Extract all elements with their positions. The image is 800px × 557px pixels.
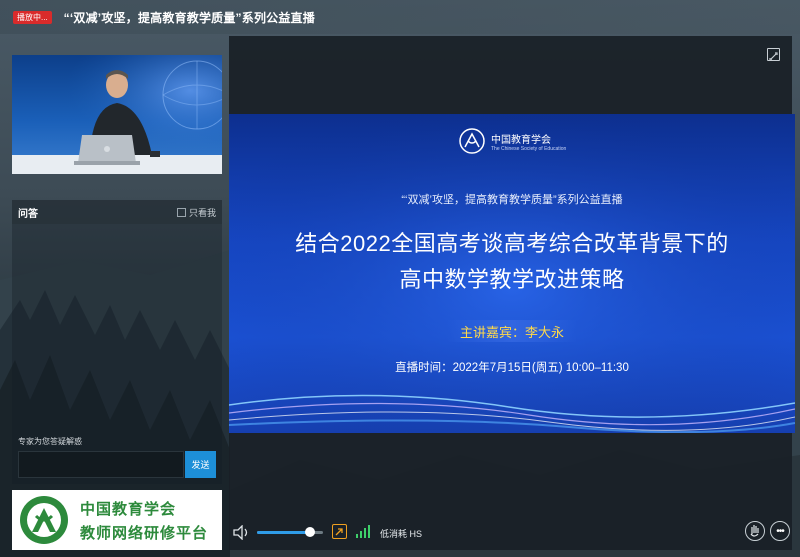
slide-broadcast-time: 直播时间：2022年7月15日(周五) 10:00–11:30: [395, 362, 629, 374]
platform-logo: 中国教育学会 教师网络研修平台: [12, 490, 222, 550]
top-bar: 播放中... “‘双减’攻坚，提高教育教学质量”系列公益直播: [0, 0, 800, 34]
slide-headline-line1: 结合2022全国高考谈高考综合改革背景下的: [295, 231, 729, 256]
live-status-badge: 播放中...: [13, 10, 52, 24]
slide-org-name-en: The Chinese Society of Education: [491, 145, 567, 152]
only-me-checkbox[interactable]: [176, 207, 186, 217]
slide-headline-line2: 高中数学教学改进策略: [399, 267, 625, 292]
slide-series-title: “‘双减’攻坚，提高教育教学质量”系列公益直播: [401, 194, 623, 206]
hand-icon: [750, 525, 759, 537]
volume-slider-fill: [257, 531, 310, 534]
question-input[interactable]: [18, 451, 184, 478]
slide-wave-decoration: [229, 394, 795, 433]
slide-org-name: 中国教育学会: [491, 134, 551, 146]
only-me-filter[interactable]: 只看我: [176, 206, 216, 219]
quality-selector[interactable]: 低消耗 HS: [380, 527, 422, 540]
more-options-button[interactable]: •••: [770, 521, 790, 541]
platform-name-line1: 中国教育学会: [80, 500, 177, 518]
signal-strength-icon: [356, 525, 370, 538]
send-button[interactable]: 发送: [185, 451, 216, 478]
volume-icon[interactable]: [233, 525, 251, 540]
slide-speaker: 主讲嘉宾：李大永: [447, 320, 577, 342]
qa-title: 问答: [18, 208, 38, 220]
volume-slider-handle[interactable]: [304, 527, 315, 537]
more-icon: •••: [776, 525, 784, 537]
qa-hint-text: 专家为您答疑解惑: [18, 437, 82, 446]
cse-slide-emblem-icon: [459, 128, 485, 154]
platform-name-line2: 教师网络研修平台: [80, 524, 209, 542]
only-me-label: 只看我: [188, 207, 216, 218]
fullscreen-icon[interactable]: [767, 48, 780, 61]
presenter-camera-feed[interactable]: [12, 55, 222, 174]
presenter-video-frame: [12, 55, 222, 174]
picture-in-picture-icon[interactable]: [332, 524, 347, 539]
qa-header: 问答 只看我: [12, 200, 222, 224]
slide-org-logo: 中国教育学会 The Chinese Society of Education: [459, 128, 566, 154]
raise-hand-button[interactable]: [745, 521, 765, 541]
stream-title: “‘双减’攻坚，提高教育教学质量”系列公益直播: [63, 10, 315, 25]
cse-emblem-icon: [20, 496, 68, 544]
